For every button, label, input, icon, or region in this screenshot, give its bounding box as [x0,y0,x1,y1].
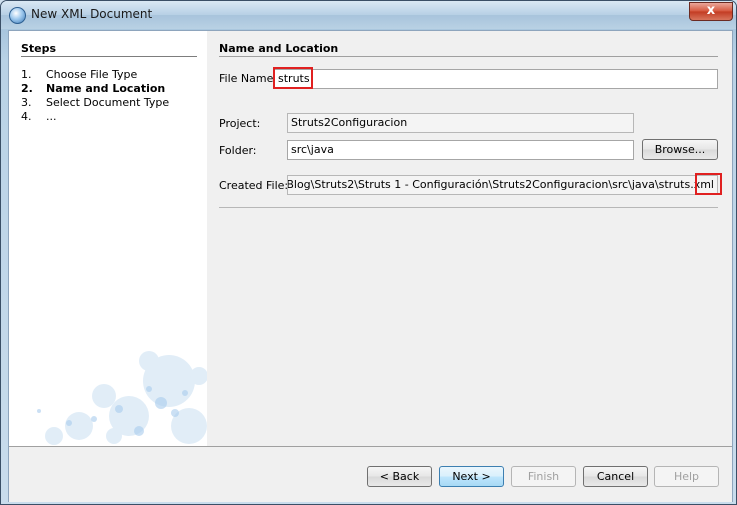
panel-bottom-divider [219,207,718,208]
app-icon [9,7,26,24]
name-location-panel: Name and Location File Name: struts Proj… [207,31,732,446]
steps-divider [21,56,197,57]
folder-input[interactable]: src\java [287,140,634,160]
file-name-input[interactable]: struts [274,69,718,89]
step-number: 4. [21,110,32,123]
panel-title: Name and Location [219,42,339,55]
help-button[interactable]: Help [654,466,719,487]
step-label: Select Document Type [46,96,170,109]
next-button[interactable]: Next > [439,466,504,487]
folder-label: Folder: [219,144,257,157]
created-file-field: sers\Alex\Blog\Struts2\Struts 1 - Config… [287,175,718,195]
dialog-window: New XML Document x Steps 1. Choose File … [0,0,737,505]
back-button[interactable]: < Back [367,466,432,487]
window-title: New XML Document [31,7,153,21]
panel-divider [219,56,718,57]
step-number: 3. [21,96,32,109]
close-icon: x [706,3,716,18]
created-file-path: sers\Alex\Blog\Struts2\Struts 1 - Config… [287,178,714,191]
step-label: Choose File Type [46,68,138,81]
project-label: Project: [219,117,261,130]
finish-button[interactable]: Finish [511,466,576,487]
project-field: Struts2Configuracion [287,113,634,133]
file-name-label: File Name: [219,72,278,85]
button-bar: < Back Next > Finish Cancel Help [9,446,732,502]
steps-heading: Steps [21,42,57,55]
step-label: ... [46,110,57,123]
cancel-button[interactable]: Cancel [583,466,648,487]
step-number: 2. [21,82,33,95]
title-bar[interactable]: New XML Document x [1,1,736,29]
dialog-body: Steps 1. Choose File Type 2. Name and Lo… [8,30,733,502]
created-file-label: Created File: [219,179,289,192]
step-label: Name and Location [46,82,166,95]
step-number: 1. [21,68,32,81]
browse-button[interactable]: Browse... [642,139,718,160]
steps-pane: Steps 1. Choose File Type 2. Name and Lo… [9,31,207,446]
close-button[interactable]: x [689,2,733,21]
